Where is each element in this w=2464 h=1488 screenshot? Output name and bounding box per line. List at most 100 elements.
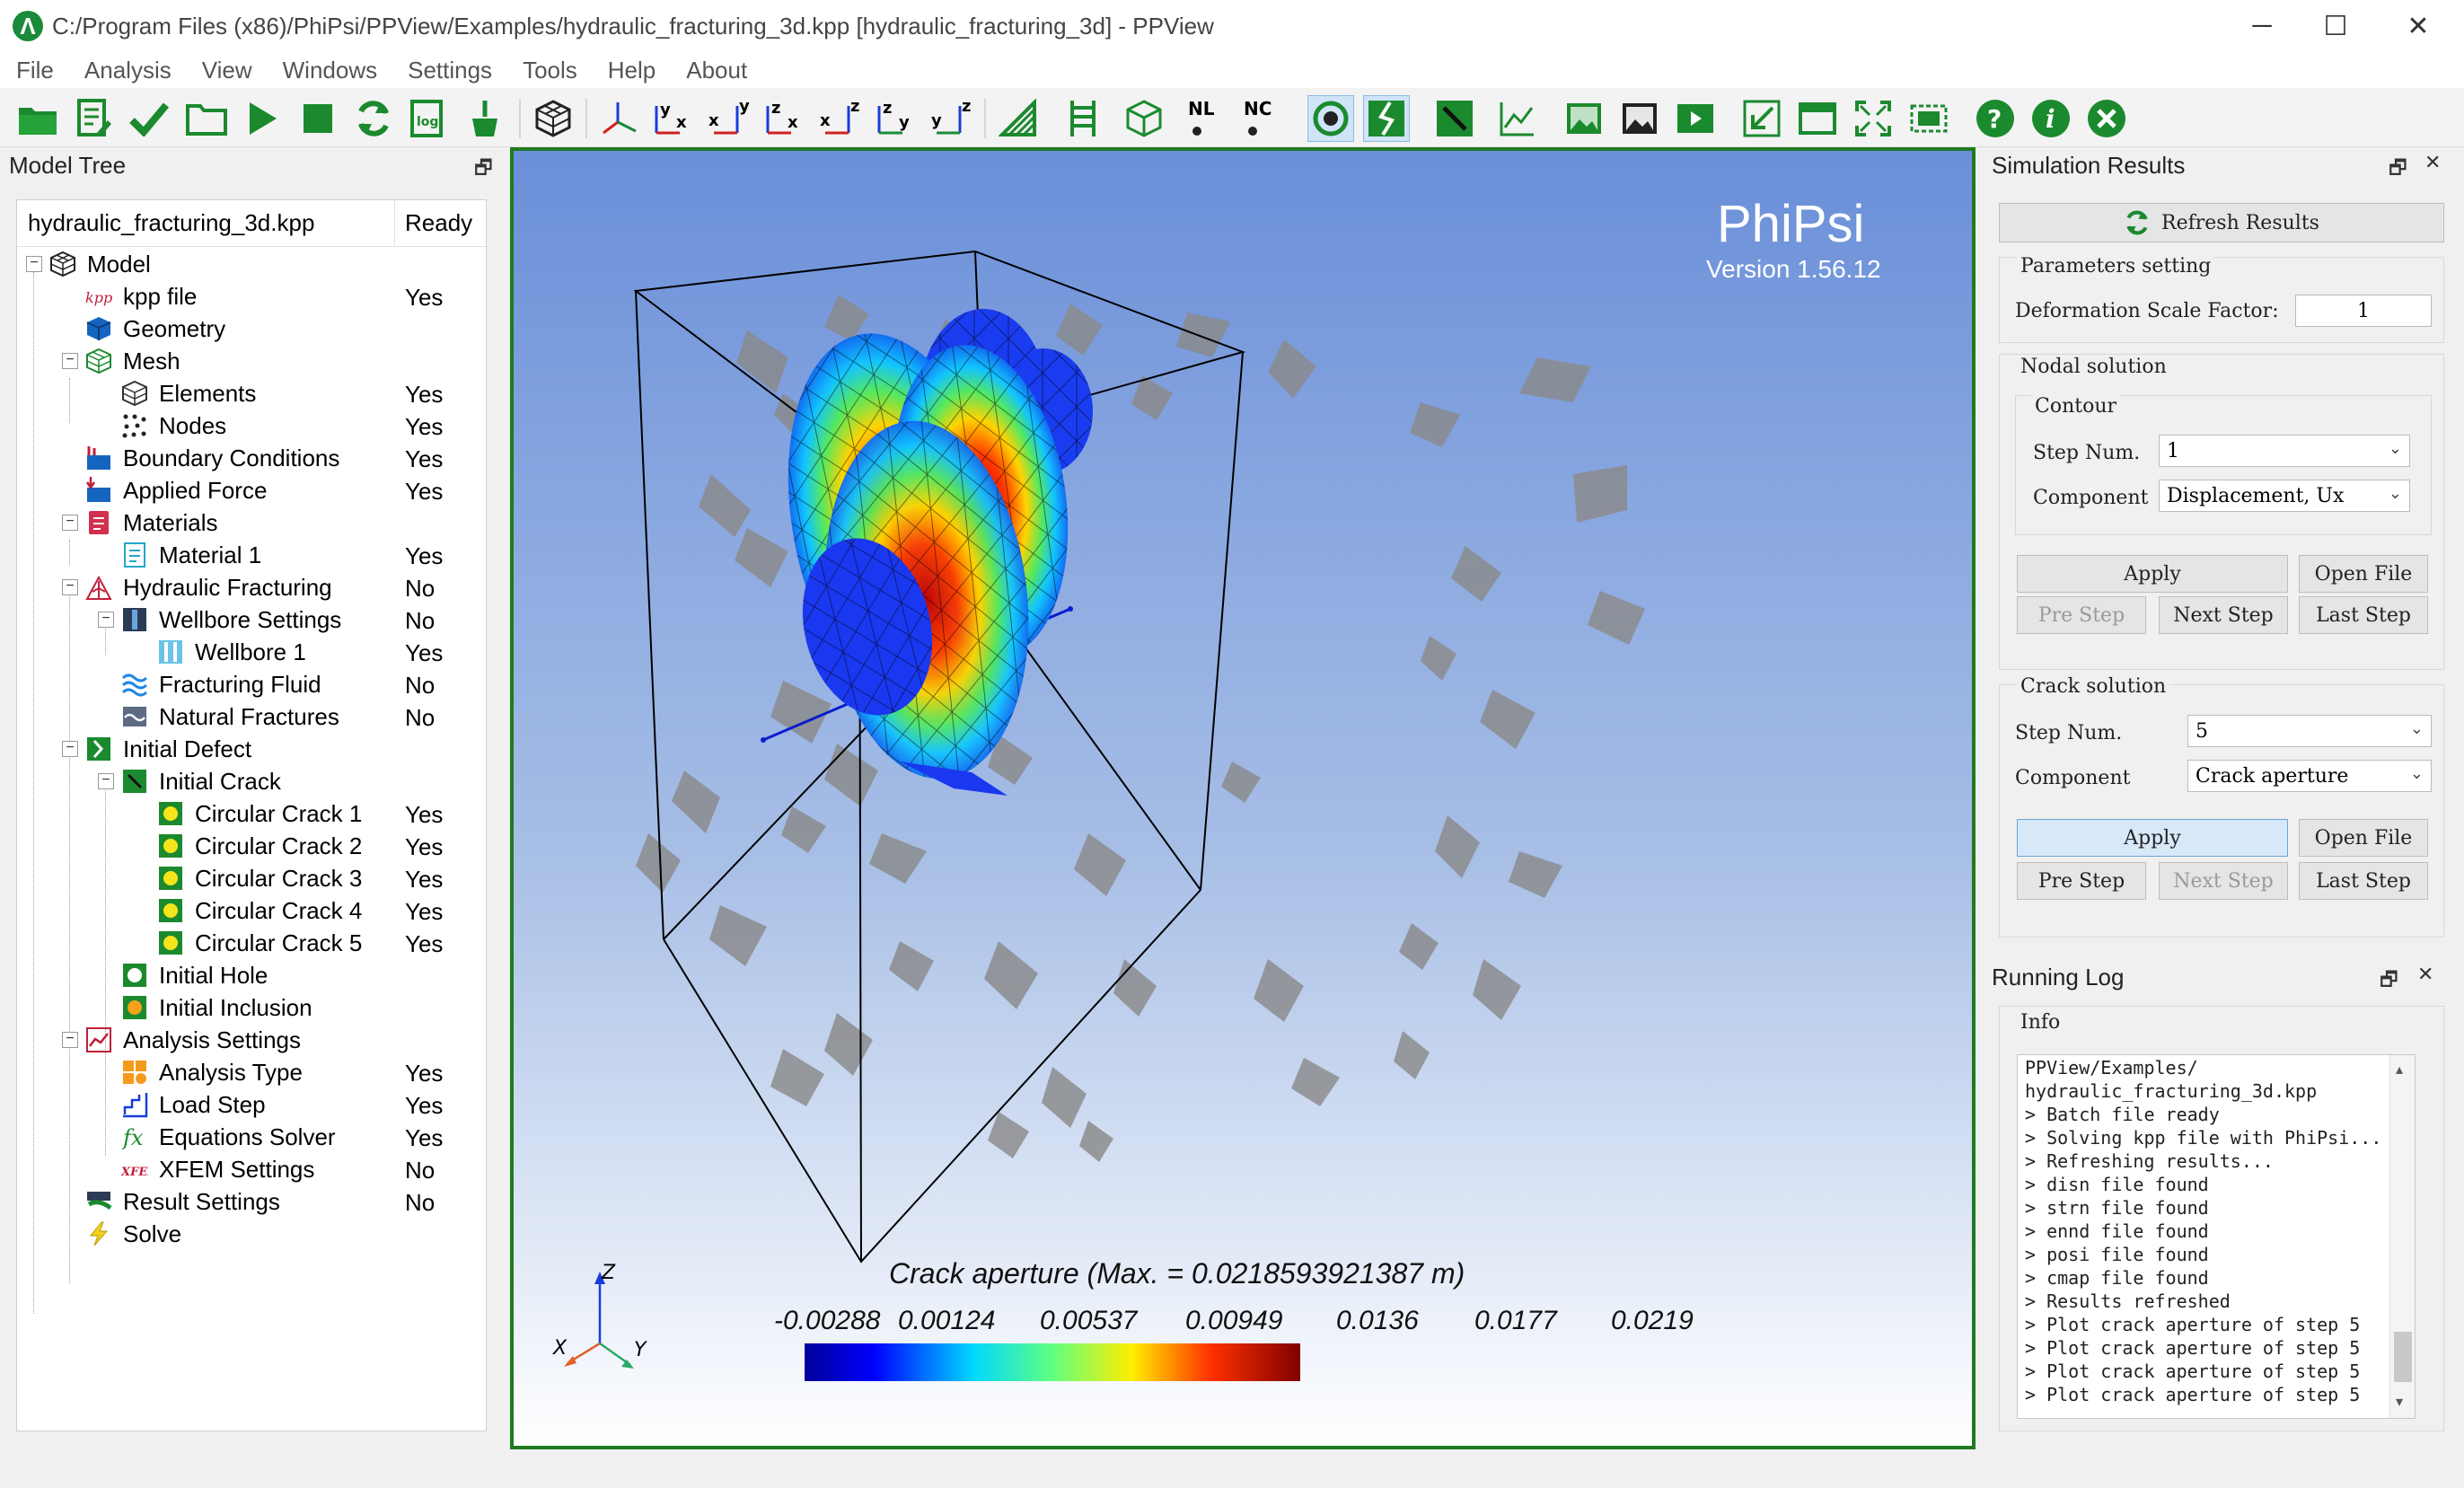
nodal-last-step-button[interactable]: Last Step — [2299, 596, 2428, 634]
window-icon[interactable] — [1794, 95, 1841, 142]
tree-item-applied-force[interactable]: Applied Force — [85, 474, 267, 506]
tree-item-mesh[interactable]: Mesh — [85, 345, 180, 377]
tree-item-initial-hole[interactable]: Initial Hole — [121, 959, 268, 991]
tree-item-wellbore-1[interactable]: Wellbore 1 — [157, 636, 306, 668]
line-chart-icon[interactable] — [1494, 95, 1541, 142]
tree-item-hydraulic-fracturing[interactable]: Hydraulic Fracturing — [85, 571, 332, 603]
collapse-initial-crack[interactable]: − — [98, 773, 114, 789]
exit-icon[interactable] — [2083, 95, 2130, 142]
folder-icon[interactable] — [183, 95, 230, 142]
toggle-nc-icon[interactable]: NC — [1239, 95, 1286, 142]
menu-view[interactable]: View — [191, 57, 263, 84]
stop-icon[interactable] — [295, 95, 341, 142]
run-icon[interactable] — [239, 95, 286, 142]
menu-help[interactable]: Help — [597, 57, 666, 84]
hatch-layers-icon[interactable] — [995, 95, 1042, 142]
close-panel-icon[interactable]: ✕ — [2417, 963, 2433, 986]
log-icon[interactable]: log — [406, 95, 453, 142]
check-icon[interactable] — [126, 95, 172, 142]
tree-item-model[interactable]: Model — [49, 248, 151, 280]
image-icon[interactable] — [1561, 95, 1607, 142]
deform-scale-input[interactable]: 1 — [2295, 295, 2432, 327]
nodal-step-select[interactable]: 1 ⌄ — [2159, 435, 2410, 467]
toggle-nl-icon[interactable]: NL — [1184, 95, 1230, 142]
tree-item-initial-inclusion[interactable]: Initial Inclusion — [121, 991, 312, 1024]
crack-next-step-button[interactable]: Next Step — [2159, 862, 2288, 900]
clean-broom-icon[interactable] — [462, 95, 508, 142]
tree-item-nodes[interactable]: Nodes — [121, 409, 226, 442]
nodal-open-file-button[interactable]: Open File — [2299, 555, 2428, 593]
nodal-pre-step-button[interactable]: Pre Step — [2017, 596, 2146, 634]
mesh-cube-icon[interactable] — [530, 95, 576, 142]
fit-view-icon[interactable] — [1850, 95, 1896, 142]
tree-item-solve[interactable]: Solve — [85, 1218, 181, 1250]
scroll-thumb[interactable] — [2394, 1332, 2412, 1382]
tree-item-kpp-file[interactable]: kpp kpp file — [85, 280, 197, 313]
collapse-mesh[interactable]: − — [62, 353, 78, 369]
menu-analysis[interactable]: Analysis — [74, 57, 182, 84]
menu-settings[interactable]: Settings — [397, 57, 503, 84]
undock-icon[interactable]: 🗗 — [2389, 153, 2407, 187]
zoom-in-corner-icon[interactable] — [1738, 95, 1785, 142]
collapse-materials[interactable]: − — [62, 515, 78, 531]
close-panel-icon[interactable]: ✕ — [2424, 151, 2441, 174]
crack-mode-icon[interactable] — [1363, 95, 1410, 142]
nodal-next-step-button[interactable]: Next Step — [2159, 596, 2288, 634]
maximize-button[interactable]: ☐ — [2295, 0, 2376, 52]
view-zy-icon[interactable]: zy — [871, 95, 918, 142]
tree-item-result-settings[interactable]: Result Settings — [85, 1185, 280, 1218]
tree-item-geometry[interactable]: Geometry — [85, 313, 225, 345]
collapse-hydraulic-fracturing[interactable]: − — [62, 579, 78, 595]
view-zx-icon[interactable]: zx — [760, 95, 806, 142]
menu-file[interactable]: File — [5, 57, 65, 84]
image-alt-icon[interactable] — [1616, 95, 1663, 142]
menu-windows[interactable]: Windows — [272, 57, 388, 84]
circle-target-icon[interactable] — [1307, 95, 1354, 142]
minimize-button[interactable]: ─ — [2222, 0, 2302, 52]
info-icon[interactable]: i — [2028, 95, 2074, 142]
tree-item-initial-defect[interactable]: Initial Defect — [85, 733, 251, 765]
crack-apply-button[interactable]: Apply — [2017, 819, 2288, 857]
undock-icon[interactable]: 🗗 — [2380, 964, 2398, 999]
animation-play-icon[interactable] — [1672, 95, 1719, 142]
collapse-model[interactable]: − — [26, 256, 42, 272]
tree-item-wellbore-settings[interactable]: Wellbore Settings — [121, 603, 341, 636]
screen-select-icon[interactable] — [1905, 95, 1952, 142]
tree-item-initial-crack[interactable]: Initial Crack — [121, 765, 281, 797]
tree-item-analysis-type[interactable]: Analysis Type — [121, 1056, 303, 1088]
running-log-list[interactable]: PPView/Examples/ hydraulic_fracturing_3d… — [2017, 1054, 2416, 1419]
help-icon[interactable]: ? — [1972, 95, 2019, 142]
menu-about[interactable]: About — [675, 57, 758, 84]
tree-item-equations-solver[interactable]: fx Equations Solver — [121, 1121, 336, 1153]
view-xy-icon[interactable]: xy — [704, 95, 751, 142]
tree-item-circular-crack-4[interactable]: Circular Crack 4 — [157, 894, 362, 927]
edit-file-icon[interactable] — [70, 95, 117, 142]
view-xz-icon[interactable]: xz — [815, 95, 862, 142]
3d-viewport[interactable]: Z X Y PhiPsi Version 1.56.12 Crack apert… — [510, 147, 1976, 1449]
view-yz-icon[interactable]: yz — [927, 95, 973, 142]
crack-component-select[interactable]: Crack aperture ⌄ — [2187, 760, 2432, 792]
undock-icon[interactable]: 🗗 — [474, 153, 493, 187]
tree-item-circular-crack-2[interactable]: Circular Crack 2 — [157, 830, 362, 862]
initial-crack-icon[interactable] — [1431, 95, 1478, 142]
tree-item-load-step[interactable]: Load Step — [121, 1088, 266, 1121]
menu-tools[interactable]: Tools — [512, 57, 588, 84]
log-scrollbar[interactable]: ▴ ▾ — [2389, 1055, 2415, 1418]
ladder-grid-icon[interactable] — [1060, 95, 1106, 142]
open-folder-icon[interactable] — [14, 95, 61, 142]
view-yx-icon[interactable]: yx — [648, 95, 695, 142]
collapse-analysis-settings[interactable]: − — [62, 1032, 78, 1048]
refresh-icon[interactable] — [350, 95, 397, 142]
collapse-wellbore-settings[interactable]: − — [98, 612, 114, 628]
collapse-initial-defect[interactable]: − — [62, 741, 78, 757]
scroll-up-icon[interactable]: ▴ — [2396, 1061, 2403, 1079]
tree-item-materials[interactable]: Materials — [85, 506, 217, 539]
close-window-button[interactable]: ✕ — [2378, 0, 2459, 52]
nodal-component-select[interactable]: Displacement, Ux ⌄ — [2159, 480, 2410, 512]
nodal-apply-button[interactable]: Apply — [2017, 555, 2288, 593]
tree-item-boundary-conditions[interactable]: Boundary Conditions — [85, 442, 339, 474]
tree-item-fracturing-fluid[interactable]: Fracturing Fluid — [121, 668, 321, 700]
tree-item-xfem-settings[interactable]: XFEM XFEM Settings — [121, 1153, 314, 1185]
tree-item-elements[interactable]: Elements — [121, 377, 256, 409]
tree-item-circular-crack-1[interactable]: Circular Crack 1 — [157, 797, 362, 830]
